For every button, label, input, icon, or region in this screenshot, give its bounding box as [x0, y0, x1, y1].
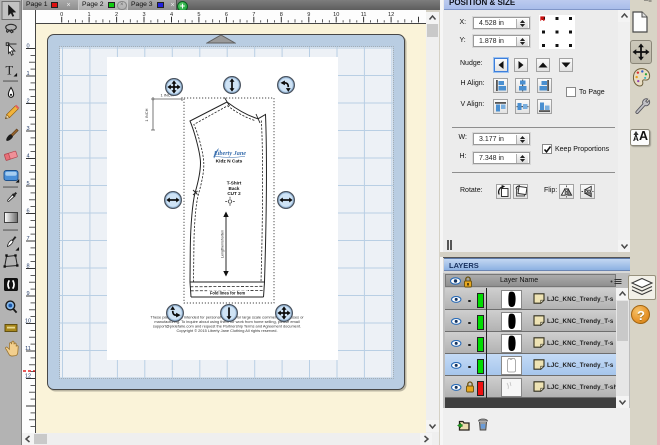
svg-text:3: 3 [26, 126, 29, 132]
svg-text:Copyright © 2015 Liberty Jane: Copyright © 2015 Liberty Jane Clothing A… [176, 328, 277, 333]
svg-text:10: 10 [25, 319, 31, 325]
svg-text:12: 12 [25, 374, 31, 380]
svg-text:9: 9 [307, 12, 310, 18]
svg-text:4: 4 [170, 12, 173, 18]
svg-text:1 INCH: 1 INCH [144, 108, 149, 121]
svg-text:Liberty Jane: Liberty Jane [213, 150, 246, 157]
svg-text:11: 11 [25, 346, 31, 352]
svg-text:7: 7 [252, 12, 255, 18]
svg-text:11: 11 [361, 12, 367, 18]
svg-text:0: 0 [26, 44, 29, 50]
svg-text:5: 5 [26, 181, 29, 187]
svg-text:6: 6 [225, 12, 228, 18]
svg-text:5: 5 [197, 12, 200, 18]
svg-text:Fold lines for hem: Fold lines for hem [210, 291, 246, 296]
svg-text:Kidz N Cats: Kidz N Cats [216, 159, 243, 165]
svg-text:T-Shirt: T-Shirt [227, 181, 242, 186]
svg-text:T: T [6, 64, 14, 78]
svg-text:2: 2 [115, 12, 118, 18]
svg-text:8: 8 [280, 12, 283, 18]
svg-text:7: 7 [26, 236, 29, 242]
svg-text:9: 9 [26, 291, 29, 297]
svg-text:3: 3 [142, 12, 145, 18]
svg-text:2: 2 [26, 99, 29, 105]
svg-text:Lengthen/shorten: Lengthen/shorten [221, 230, 225, 258]
svg-text:8: 8 [26, 264, 29, 270]
svg-text:4: 4 [26, 154, 29, 160]
svg-text:10: 10 [333, 12, 339, 18]
svg-text:6: 6 [26, 209, 29, 215]
svg-text:1: 1 [88, 12, 91, 18]
svg-text:CUT 2: CUT 2 [227, 191, 241, 196]
svg-text:1: 1 [26, 71, 29, 77]
svg-text:0: 0 [60, 12, 63, 18]
svg-text:12: 12 [388, 12, 394, 18]
